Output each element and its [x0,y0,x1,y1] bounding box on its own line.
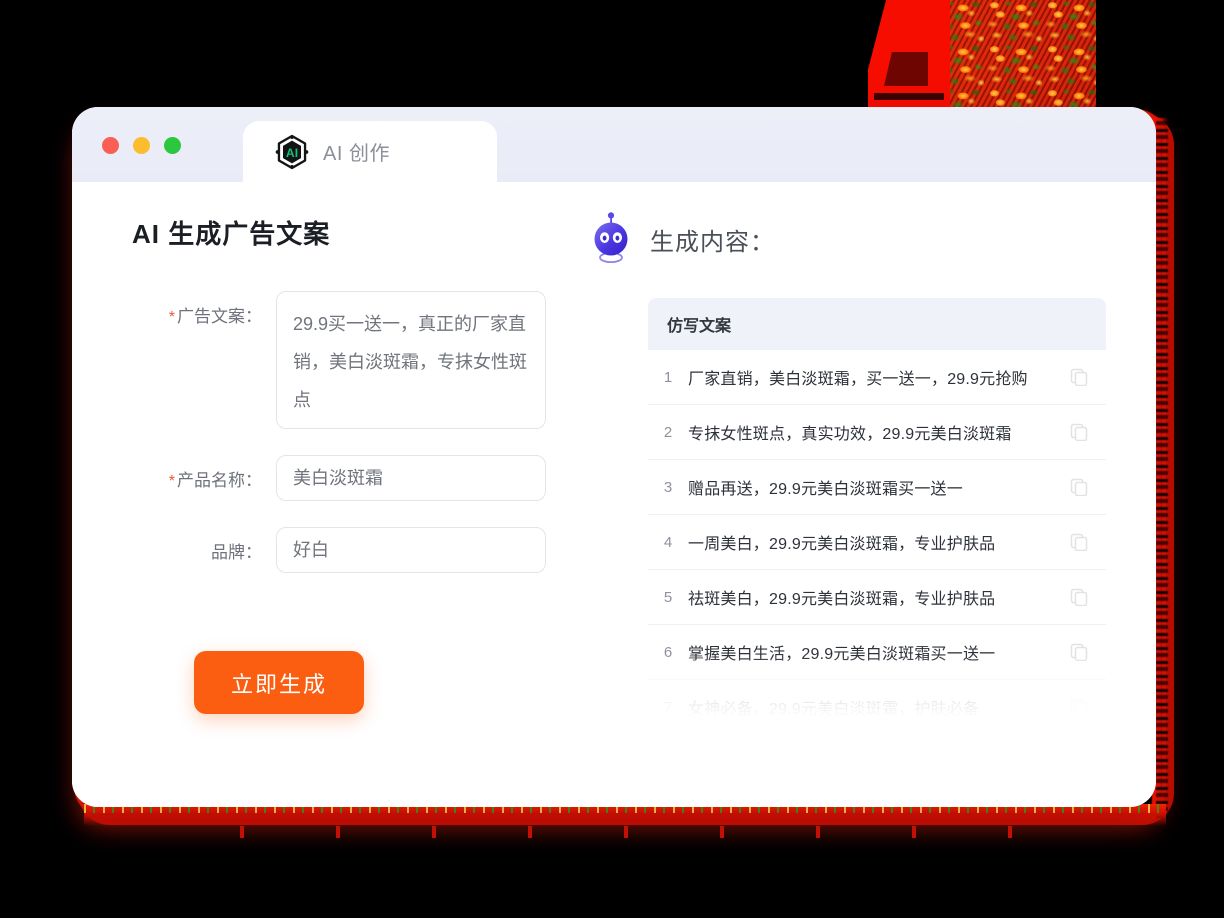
generate-button[interactable]: 立即生成 [194,651,364,714]
close-button[interactable] [102,137,119,154]
field-label-brand: 品牌： [132,527,276,563]
results-title: 生成内容： [650,228,775,256]
form-pane: AI 生成广告文案 * 广告文案： 29.9买一送一，真正的厂家直销，美白淡斑霜，… [72,182,580,807]
window-bottom-specks [240,826,1100,838]
table-row[interactable]: 6 掌握美白生活，29.9元美白淡斑霜买一送一 [648,625,1106,680]
table-row[interactable]: 3 赠品再送，29.9元美白淡斑霜买一送一 [648,460,1106,515]
row-text: 掌握美白生活，29.9元美白淡斑霜买一送一 [688,646,996,663]
row-text: 厂家直销，美白淡斑霜，买一送一，29.9元抢购 [688,371,1028,388]
window-bottom-fringe [84,804,1166,826]
field-label-ad-copy: * 广告文案： [132,291,276,327]
row-text: 女神必备，29.9元美白淡斑霜，护肤必备 [688,701,980,718]
maximize-button[interactable] [164,137,181,154]
copy-icon[interactable] [1070,368,1088,387]
minimize-button[interactable] [133,137,150,154]
copy-icon[interactable] [1070,478,1088,497]
row-text: 专抹女性斑点，真实功效，29.9元美白淡斑霜 [688,426,1012,443]
field-label-text: 品牌： [211,543,262,562]
screenshot-canvas: AI AI 创作 AI 生成广告文案 * 广告文案： 29.9买一送一，真正的厂家… [0,0,1224,918]
row-index: 2 [663,423,673,441]
results-table-header: 仿写文案 [648,298,1106,350]
brand-input[interactable]: 好白 [276,527,546,573]
field-control-ad-copy: 29.9买一送一，真正的厂家直销，美白淡斑霜，专抹女性斑点 [276,291,580,429]
field-control-product-name: 美白淡斑霜 [276,455,580,501]
copy-icon[interactable] [1070,588,1088,607]
results-header: 生成内容： [580,212,1109,266]
tab-label: AI 创作 [323,143,390,165]
product-name-input[interactable]: 美白淡斑霜 [276,455,546,501]
traffic-light-group [102,137,181,154]
field-label-text: 产品名称： [177,471,262,490]
svg-text:AI: AI [286,145,298,159]
page-title: AI 生成广告文案 [132,219,331,249]
field-control-brand: 好白 [276,527,580,573]
copy-icon[interactable] [1070,533,1088,552]
submit-area: 立即生成 [132,599,580,714]
app-window: AI AI 创作 AI 生成广告文案 * 广告文案： 29.9买一送一，真正的厂家… [72,107,1156,807]
ad-copy-textarea[interactable]: 29.9买一送一，真正的厂家直销，美白淡斑霜，专抹女性斑点 [276,291,546,429]
decorative-bar [874,93,944,100]
table-row[interactable]: 1 厂家直销，美白淡斑霜，买一送一，29.9元抢购 [648,350,1106,405]
robot-icon [588,212,634,266]
row-index: 1 [663,368,673,386]
field-row-brand: 品牌： 好白 [132,527,580,573]
results-table-body: 1 厂家直销，美白淡斑霜，买一送一，29.9元抢购 2 专抹女性斑点，真实功效，… [648,350,1106,718]
copy-icon[interactable] [1070,643,1088,662]
results-pane: 生成内容： 仿写文案 1 厂家直销，美白淡斑霜，买一送一，29.9元抢购 2 专… [580,182,1156,807]
table-row[interactable]: 4 一周美白，29.9元美白淡斑霜，专业护肤品 [648,515,1106,570]
window-titlebar: AI AI 创作 [72,107,1156,182]
copy-icon[interactable] [1070,423,1088,442]
decorative-texture-block [868,0,1096,112]
field-row-product-name: * 产品名称： 美白淡斑霜 [132,455,580,501]
row-index: 6 [663,643,673,661]
row-text: 赠品再送，29.9元美白淡斑霜买一送一 [688,481,963,498]
field-label-text: 广告文案： [177,307,262,326]
table-row[interactable]: 2 专抹女性斑点，真实功效，29.9元美白淡斑霜 [648,405,1106,460]
row-index: 5 [663,588,673,606]
table-row[interactable]: 5 祛斑美白，29.9元美白淡斑霜，专业护肤品 [648,570,1106,625]
table-row[interactable]: 7 女神必备，29.9元美白淡斑霜，护肤必备 [648,680,1106,718]
field-label-product-name: * 产品名称： [132,455,276,491]
tab-ai-creation[interactable]: AI AI 创作 [243,121,497,182]
required-marker: * [168,308,175,326]
row-index: 7 [663,698,673,716]
row-text: 一周美白，29.9元美白淡斑霜，专业护肤品 [688,536,996,553]
copy-icon[interactable] [1070,698,1088,717]
results-card: 仿写文案 1 厂家直销，美白淡斑霜，买一送一，29.9元抢购 2 专抹女性斑点，… [648,298,1106,718]
ai-hexagon-logo-icon: AI [274,134,310,170]
field-row-ad-copy: * 广告文案： 29.9买一送一，真正的厂家直销，美白淡斑霜，专抹女性斑点 [132,291,580,429]
window-body: AI 生成广告文案 * 广告文案： 29.9买一送一，真正的厂家直销，美白淡斑霜，… [72,182,1156,807]
row-text: 祛斑美白，29.9元美白淡斑霜，专业护肤品 [688,591,996,608]
row-index: 3 [663,478,673,496]
row-index: 4 [663,533,673,551]
required-marker: * [168,472,175,490]
